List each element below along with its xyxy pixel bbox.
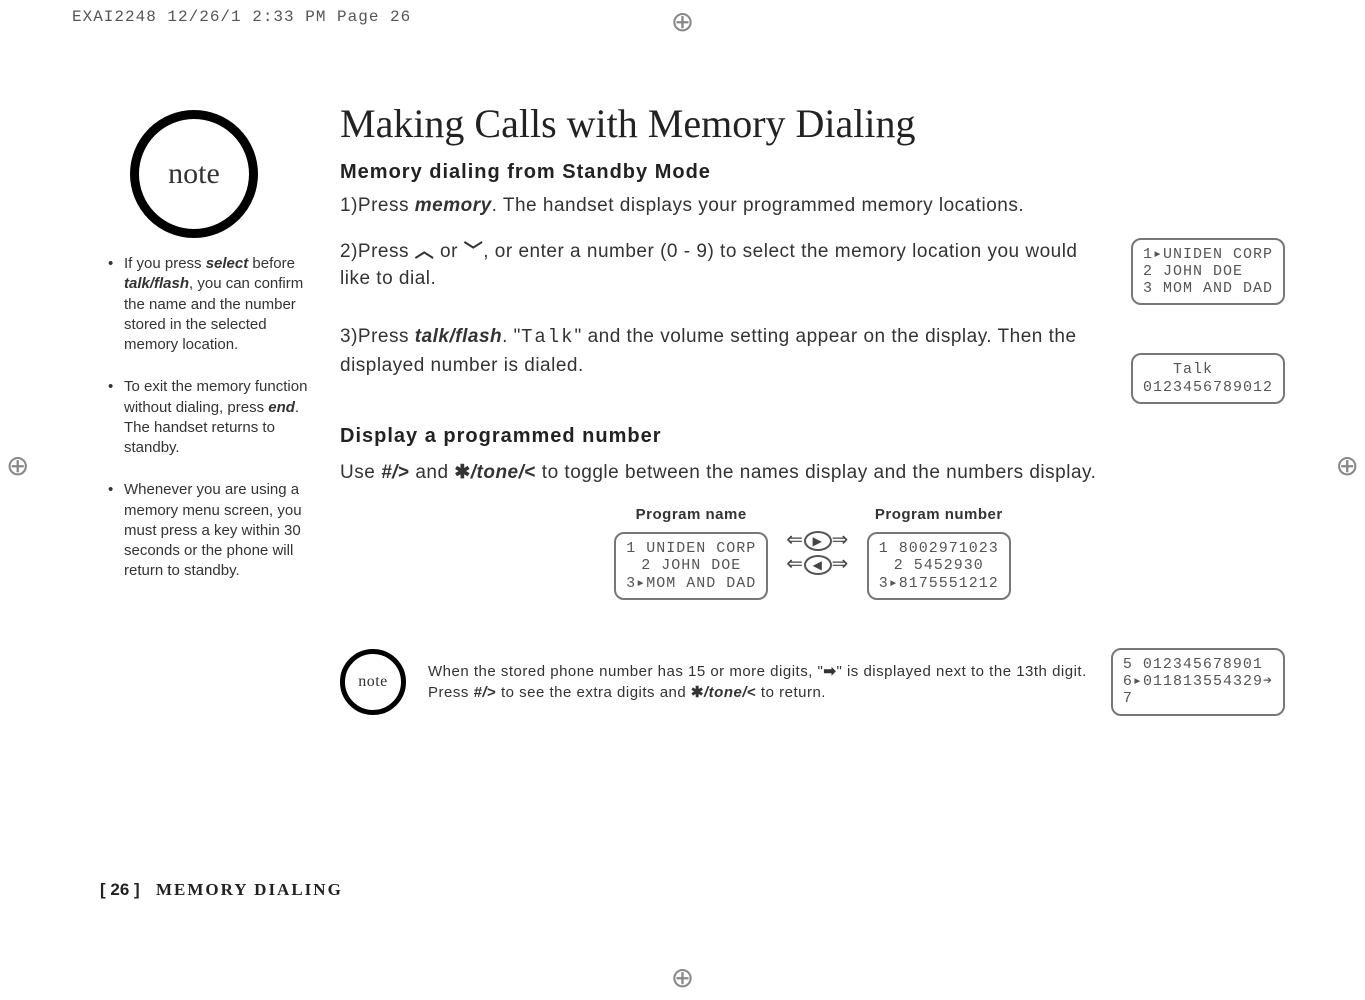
page-number: [ 26 ] xyxy=(100,880,140,899)
registration-mark-right: ⊕ xyxy=(1336,450,1359,482)
registration-mark-bottom: ⊕ xyxy=(671,962,694,994)
page-footer: [ 26 ] MEMORY DIALING xyxy=(100,880,343,900)
caret-down-icon: ﹀ xyxy=(464,238,484,266)
name-number-comparison: Program name 1 UNIDEN CORP 2 JOHN DOE 3▸… xyxy=(340,504,1285,600)
step-2: 1▸UNIDEN CORP 2 JOHN DOE 3 MOM AND DAD 2… xyxy=(340,238,1285,306)
arrow-right-icon: ▶ xyxy=(804,531,832,551)
arrow-right-icon: ➡ xyxy=(823,661,836,682)
print-job-header: EXAI2248 12/26/1 2:33 PM Page 26 xyxy=(72,8,411,26)
registration-mark-left: ⊕ xyxy=(6,450,29,482)
step-3: Talk 0123456789012 3)Press talk/flash. "… xyxy=(340,323,1285,404)
registration-mark-top: ⊕ xyxy=(671,6,694,38)
note-item-1: If you press select before talk/flash, y… xyxy=(108,254,310,355)
note-icon: note xyxy=(130,110,258,238)
lcd-overflow: 5 012345678901 6▸011813554329➔ 7 xyxy=(1111,648,1285,716)
note-icon-small: note xyxy=(340,649,406,715)
caret-left-icon: < xyxy=(524,459,536,487)
note-item-3: Whenever you are using a memory menu scr… xyxy=(108,480,310,581)
caption-program-number: Program number xyxy=(867,504,1011,526)
star-icon: ✱ xyxy=(454,459,470,487)
page-title: Making Calls with Memory Dialing xyxy=(340,100,1285,147)
lcd-memory-list: 1▸UNIDEN CORP 2 JOHN DOE 3 MOM AND DAD xyxy=(1131,238,1285,306)
overflow-digits-note: note When the stored phone number has 15… xyxy=(340,648,1285,716)
lcd-numbers: 1 8002971023 2 5452930 3▸8175551212 xyxy=(867,532,1011,600)
lcd-names: 1 UNIDEN CORP 2 JOHN DOE 3▸MOM AND DAD xyxy=(614,532,768,600)
caret-up-icon: ︿ xyxy=(415,238,435,266)
footer-section-title: MEMORY DIALING xyxy=(156,880,343,899)
sidebar-notes: note If you press select before talk/fla… xyxy=(100,110,310,604)
caption-program-name: Program name xyxy=(614,504,768,526)
lcd-talk: Talk 0123456789012 xyxy=(1131,353,1285,404)
note-item-2: To exit the memory function without dial… xyxy=(108,377,310,458)
arrow-left-icon: ◀ xyxy=(804,555,832,575)
toggle-instruction: Use #/> and ✱/tone/< to toggle between t… xyxy=(340,459,1285,487)
section-heading-display-number: Display a programmed number xyxy=(340,422,1285,451)
caret-right-icon: > xyxy=(398,459,410,487)
section-heading-standby: Memory dialing from Standby Mode xyxy=(340,161,1285,184)
toggle-arrows: ⇐▶⇒ ⇐◀⇒ xyxy=(786,528,849,576)
step-1: 1)Press memory. The handset displays you… xyxy=(340,192,1285,220)
